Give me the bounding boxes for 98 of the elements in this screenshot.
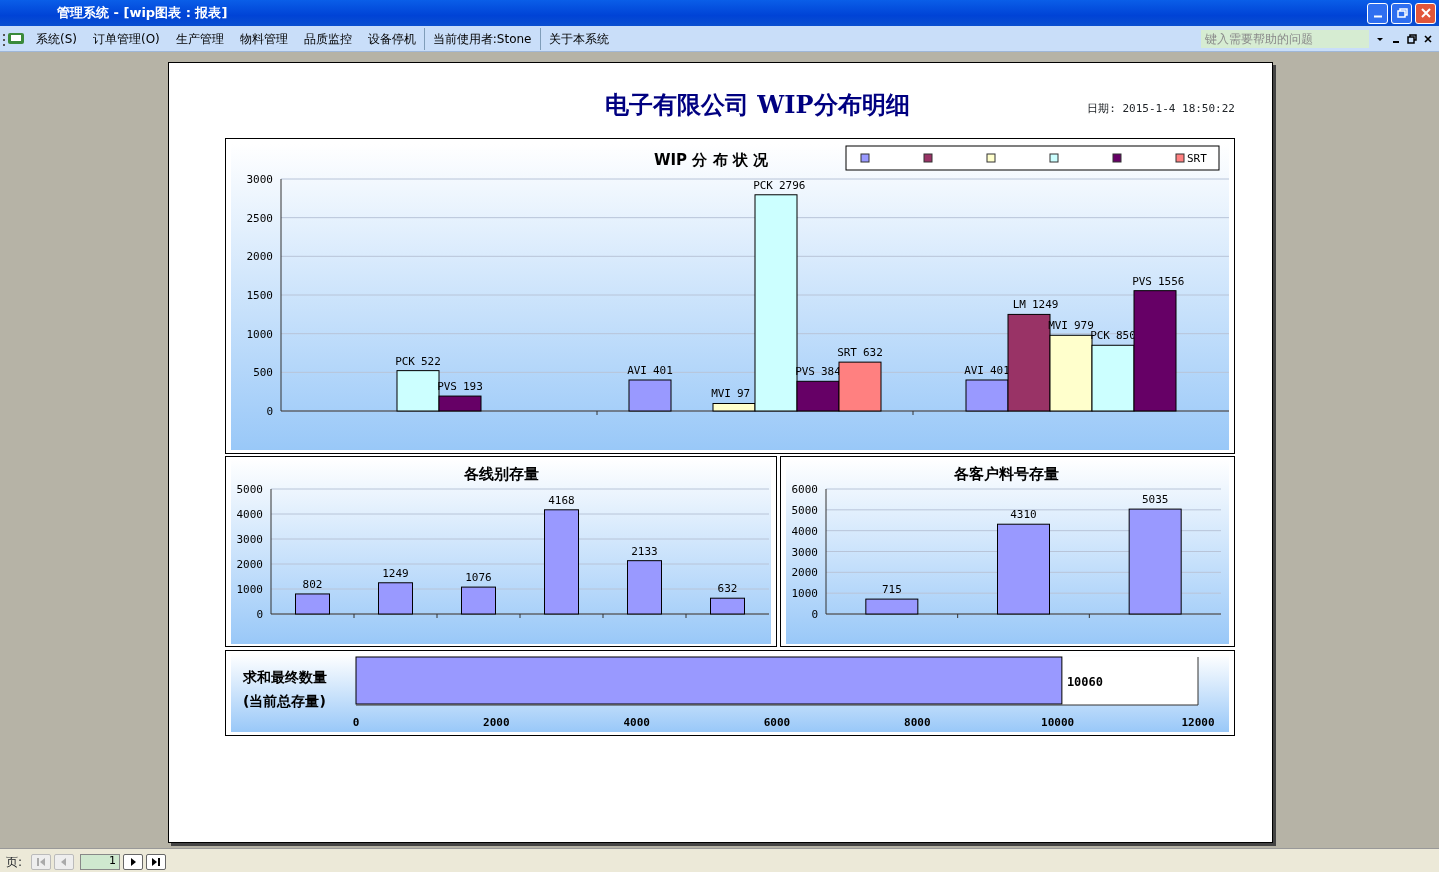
data-label: 401 — [990, 364, 1010, 377]
series-label: PVS — [437, 380, 457, 394]
series-label: MVI — [711, 387, 731, 401]
y-tick-label: 2000 — [791, 566, 818, 580]
minimize-button[interactable] — [1367, 2, 1388, 24]
restore-button[interactable] — [1391, 2, 1412, 24]
series-label: AVI — [964, 364, 984, 377]
close-button[interactable] — [1415, 2, 1436, 24]
data-label: 1556 — [1158, 274, 1185, 288]
menu-item[interactable]: 品质监控 — [295, 27, 360, 50]
x-tick-label: 6000 — [763, 716, 791, 729]
chart-title: 各线别存量 — [463, 465, 539, 483]
series-label: PCK — [395, 354, 415, 368]
data-label: 715 — [881, 583, 902, 597]
data-label: 632 — [717, 582, 738, 596]
y-tick-label: 1000 — [246, 327, 273, 341]
x-tick-label: 8000 — [904, 716, 931, 729]
data-label: 2133 — [631, 544, 658, 558]
data-label: 97 — [737, 387, 751, 401]
y-tick-label: 2500 — [246, 211, 273, 225]
y-tick-label: 1000 — [236, 583, 263, 596]
series-label: PCK — [753, 178, 773, 192]
data-label: 4310 — [1010, 508, 1037, 522]
first-page-icon — [36, 856, 47, 867]
app-icon — [3, 30, 25, 47]
window-title: 管理系统 - [wip图表 : 报表] — [56, 4, 228, 23]
data-label: 401 — [653, 364, 673, 377]
close-icon — [1419, 7, 1432, 19]
bar — [378, 582, 413, 615]
data-label: 193 — [463, 380, 483, 394]
y-tick-label: 3000 — [791, 545, 818, 559]
page-label: 页: — [6, 853, 23, 871]
y-tick-label: 2000 — [236, 558, 263, 571]
menu-item[interactable]: 物料管理 — [231, 27, 296, 50]
y-tick-label: 0 — [811, 608, 818, 621]
report-title: 电子有限公司 WIP分布明细 — [605, 89, 910, 121]
help-search-field[interactable]: 键入需要帮助的问题 — [1201, 29, 1369, 48]
menu-item[interactable]: 当前使用者:Stone — [423, 27, 540, 50]
data-label: 522 — [421, 354, 441, 368]
menu-item[interactable]: 生产管理 — [167, 27, 232, 50]
series-label: AVI — [627, 364, 647, 377]
y-tick-label: 0 — [266, 405, 273, 418]
series-label: PVS — [1132, 274, 1152, 288]
data-label: 802 — [302, 577, 323, 591]
chart-legend: SRT — [845, 145, 1220, 171]
series-label: LM — [1012, 298, 1026, 312]
data-label: 1249 — [382, 566, 409, 580]
menu-item[interactable]: 订单管理(O) — [85, 27, 168, 50]
y-tick-label: 3000 — [236, 533, 263, 546]
menu-item[interactable]: 设备停机 — [359, 27, 424, 50]
menu-item[interactable]: 系统(S) — [28, 27, 85, 50]
restore-icon[interactable] — [1407, 33, 1417, 44]
bar — [710, 597, 745, 615]
bar — [865, 598, 919, 615]
y-tick-label: 5000 — [236, 483, 263, 496]
x-tick-label: 12000 — [1181, 716, 1215, 729]
data-label: 384 — [821, 365, 841, 379]
x-tick-label: 0 — [352, 716, 360, 729]
bar — [627, 560, 662, 615]
y-tick-label: 1000 — [791, 587, 818, 601]
x-tick-label: 4000 — [623, 716, 650, 729]
data-label: 4168 — [548, 493, 575, 507]
data-label: 10060 — [1066, 675, 1103, 689]
menu-item[interactable]: 关于本系统 — [539, 27, 617, 50]
bar — [628, 379, 672, 412]
report-date: 日期: 2015-1-4 18:50:22 — [1087, 100, 1235, 117]
data-label: 1249 — [1032, 298, 1059, 312]
y-tick-label: 0 — [256, 608, 263, 621]
x-tick-label: 2000 — [483, 716, 510, 729]
category-label: (当前总存量) — [243, 693, 326, 709]
chart-title: 各客户料号存量 — [953, 465, 1059, 483]
y-tick-label: 6000 — [791, 483, 818, 496]
bar — [295, 593, 330, 615]
data-label: 632 — [863, 346, 883, 360]
y-tick-label: 2000 — [246, 250, 273, 264]
close-icon[interactable] — [1423, 33, 1433, 44]
category-label: 求和最终数量 — [243, 669, 327, 685]
bar — [461, 586, 496, 615]
last-page-icon — [151, 856, 162, 867]
next-page-button[interactable] — [123, 853, 144, 870]
last-page-button[interactable] — [146, 853, 167, 870]
data-label: 1076 — [465, 571, 492, 585]
series-label: PCK — [1090, 329, 1110, 343]
minimize-icon — [1372, 14, 1383, 18]
data-label: 5035 — [1141, 493, 1169, 507]
data-label: 2796 — [779, 178, 806, 192]
series-label: SRT — [837, 346, 857, 360]
series-label: PVS — [795, 365, 815, 379]
y-tick-label: 4000 — [236, 508, 263, 521]
y-tick-label: 5000 — [791, 503, 818, 517]
y-tick-label: 1500 — [246, 289, 273, 302]
chart-title: WIP 分 布 状 况 — [654, 151, 768, 169]
y-tick-label: 3000 — [246, 173, 273, 186]
y-tick-label: 500 — [253, 366, 273, 380]
page-number-field[interactable]: 1 — [80, 853, 121, 870]
y-tick-label: 4000 — [791, 524, 818, 538]
x-tick-label: 10000 — [1041, 716, 1075, 729]
restore-icon — [1395, 7, 1408, 19]
